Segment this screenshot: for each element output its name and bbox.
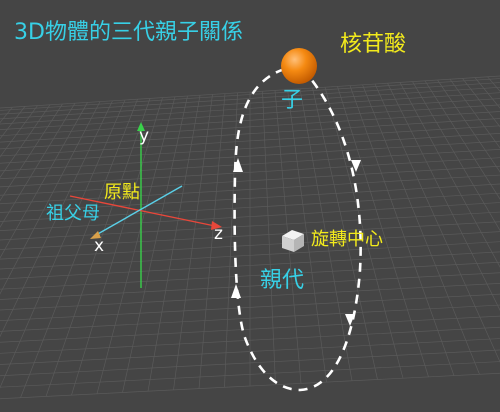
top-label: 核苷酸 xyxy=(340,32,407,57)
scene-title: 3D物體的三代親子關係 xyxy=(14,20,243,45)
cube-icon[interactable] xyxy=(282,230,304,252)
grid-line xyxy=(173,94,213,390)
grandparent-label: 祖父母 xyxy=(46,203,100,224)
grid-line xyxy=(262,91,276,385)
grid-line xyxy=(122,95,188,393)
3d-viewport[interactable]: 3D物體的三代親子關係 核苷酸 子 y 原點 祖父母 z x 旋轉中心 親代 xyxy=(0,0,500,412)
parent-label: 親代 xyxy=(260,268,305,293)
origin-label: 原點 xyxy=(104,182,140,203)
child-label: 子 xyxy=(281,88,304,113)
axis-y-label: y xyxy=(139,126,150,146)
ground-grid xyxy=(0,75,500,400)
axis-z-label: z xyxy=(214,224,223,244)
grid-line xyxy=(96,96,176,394)
grid-line xyxy=(0,103,63,202)
grid-line xyxy=(412,81,500,232)
grid-line xyxy=(0,101,101,295)
orbit-arrow-2 xyxy=(231,284,241,298)
orange-sphere-icon[interactable] xyxy=(281,48,317,84)
grid-line xyxy=(224,92,238,388)
grid-line xyxy=(474,77,500,109)
grid-line xyxy=(424,80,500,200)
grid-line xyxy=(0,104,51,179)
rotation-center-label: 旋轉中心 xyxy=(311,229,383,250)
axis-x-label: x xyxy=(94,236,105,256)
